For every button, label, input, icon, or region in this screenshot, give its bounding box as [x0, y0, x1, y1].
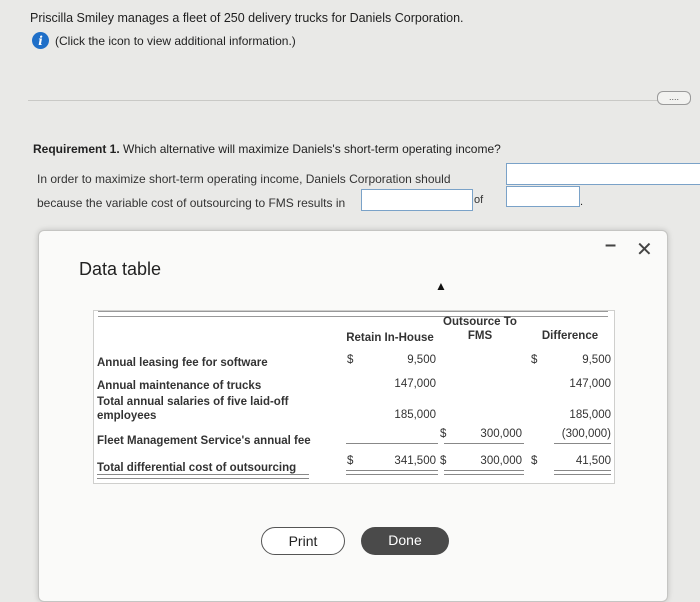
retain-value: 185,000 — [394, 409, 436, 421]
info-link-text[interactable]: (Click the icon to view additional infor… — [55, 34, 296, 48]
row-label-salaries-line1: Total annual salaries of five laid-off — [97, 396, 289, 408]
col-header-difference: Difference — [541, 330, 599, 342]
retain-total: 341,500 — [394, 455, 436, 467]
underline-outsource — [444, 443, 524, 444]
sentence-period: . — [580, 196, 584, 208]
done-button[interactable]: Done — [361, 527, 449, 555]
row-label-maintenance: Annual maintenance of trucks — [97, 380, 262, 392]
double-underline-outsource — [444, 470, 524, 475]
row-label-salaries-line2: employees — [97, 410, 157, 422]
row-label-fms-fee: Fleet Management Service's annual fee — [97, 435, 311, 447]
answer-dropdown-should[interactable] — [506, 163, 700, 185]
answer-dropdown-result[interactable] — [361, 189, 473, 211]
mouse-cursor-icon: ▲ — [435, 279, 447, 293]
answer-amount-input[interactable] — [506, 186, 580, 207]
print-button[interactable]: Print — [261, 527, 345, 555]
modal-title: Data table — [79, 259, 162, 279]
double-underline-diff — [554, 470, 611, 475]
diff-value: 185,000 — [569, 409, 611, 421]
requirement-question: Which alternative will maximize Daniels'… — [119, 142, 501, 156]
info-icon[interactable]: i — [32, 32, 49, 49]
table-top-rule — [98, 311, 608, 317]
retain-currency: $ — [347, 354, 354, 366]
answer-sentence-2: because the variable cost of outsourcing… — [37, 196, 346, 210]
close-icon[interactable]: ✕ — [636, 237, 653, 262]
row-label-software: Annual leasing fee for software — [97, 357, 268, 369]
of-label: of — [474, 194, 484, 206]
diff-currency: $ — [531, 354, 538, 366]
requirement-number: Requirement 1. — [33, 142, 120, 156]
retain-value: 9,500 — [407, 354, 436, 366]
underline-retain — [346, 443, 438, 444]
data-table: Retain In-House Outsource To FMS Differe… — [93, 310, 615, 484]
retain-value: 147,000 — [394, 378, 436, 390]
outsource-value: 300,000 — [480, 428, 522, 440]
total-row-rule — [97, 474, 309, 479]
more-button[interactable]: .... — [657, 91, 691, 105]
requirement-heading: Requirement 1. Which alternative will ma… — [33, 142, 501, 156]
info-row[interactable]: i (Click the icon to view additional inf… — [32, 32, 296, 49]
col-header-retain: Retain In-House — [346, 332, 434, 344]
diff-value: 147,000 — [569, 378, 611, 390]
outsource-currency: $ — [440, 455, 447, 467]
data-table-modal: Data table – ✕ ▲ Retain In-House Outsour… — [38, 230, 668, 602]
intro-text: Priscilla Smiley manages a fleet of 250 … — [30, 11, 464, 25]
diff-currency: $ — [531, 455, 538, 467]
col-header-outsource-line1: Outsource To — [443, 316, 517, 328]
minimize-icon[interactable]: – — [605, 234, 616, 257]
diff-value: (300,000) — [561, 428, 611, 440]
row-label-total: Total differential cost of outsourcing — [97, 462, 297, 474]
underline-diff — [554, 443, 611, 444]
outsource-total: 300,000 — [480, 455, 522, 467]
section-divider — [28, 100, 678, 101]
double-underline-retain — [346, 470, 438, 475]
diff-total: 41,500 — [575, 455, 611, 467]
answer-sentence-1: In order to maximize short-term operatin… — [37, 172, 451, 186]
retain-currency: $ — [347, 455, 354, 467]
outsource-currency: $ — [440, 428, 447, 440]
col-header-outsource-line2: FMS — [467, 330, 493, 342]
diff-value: 9,500 — [582, 354, 611, 366]
